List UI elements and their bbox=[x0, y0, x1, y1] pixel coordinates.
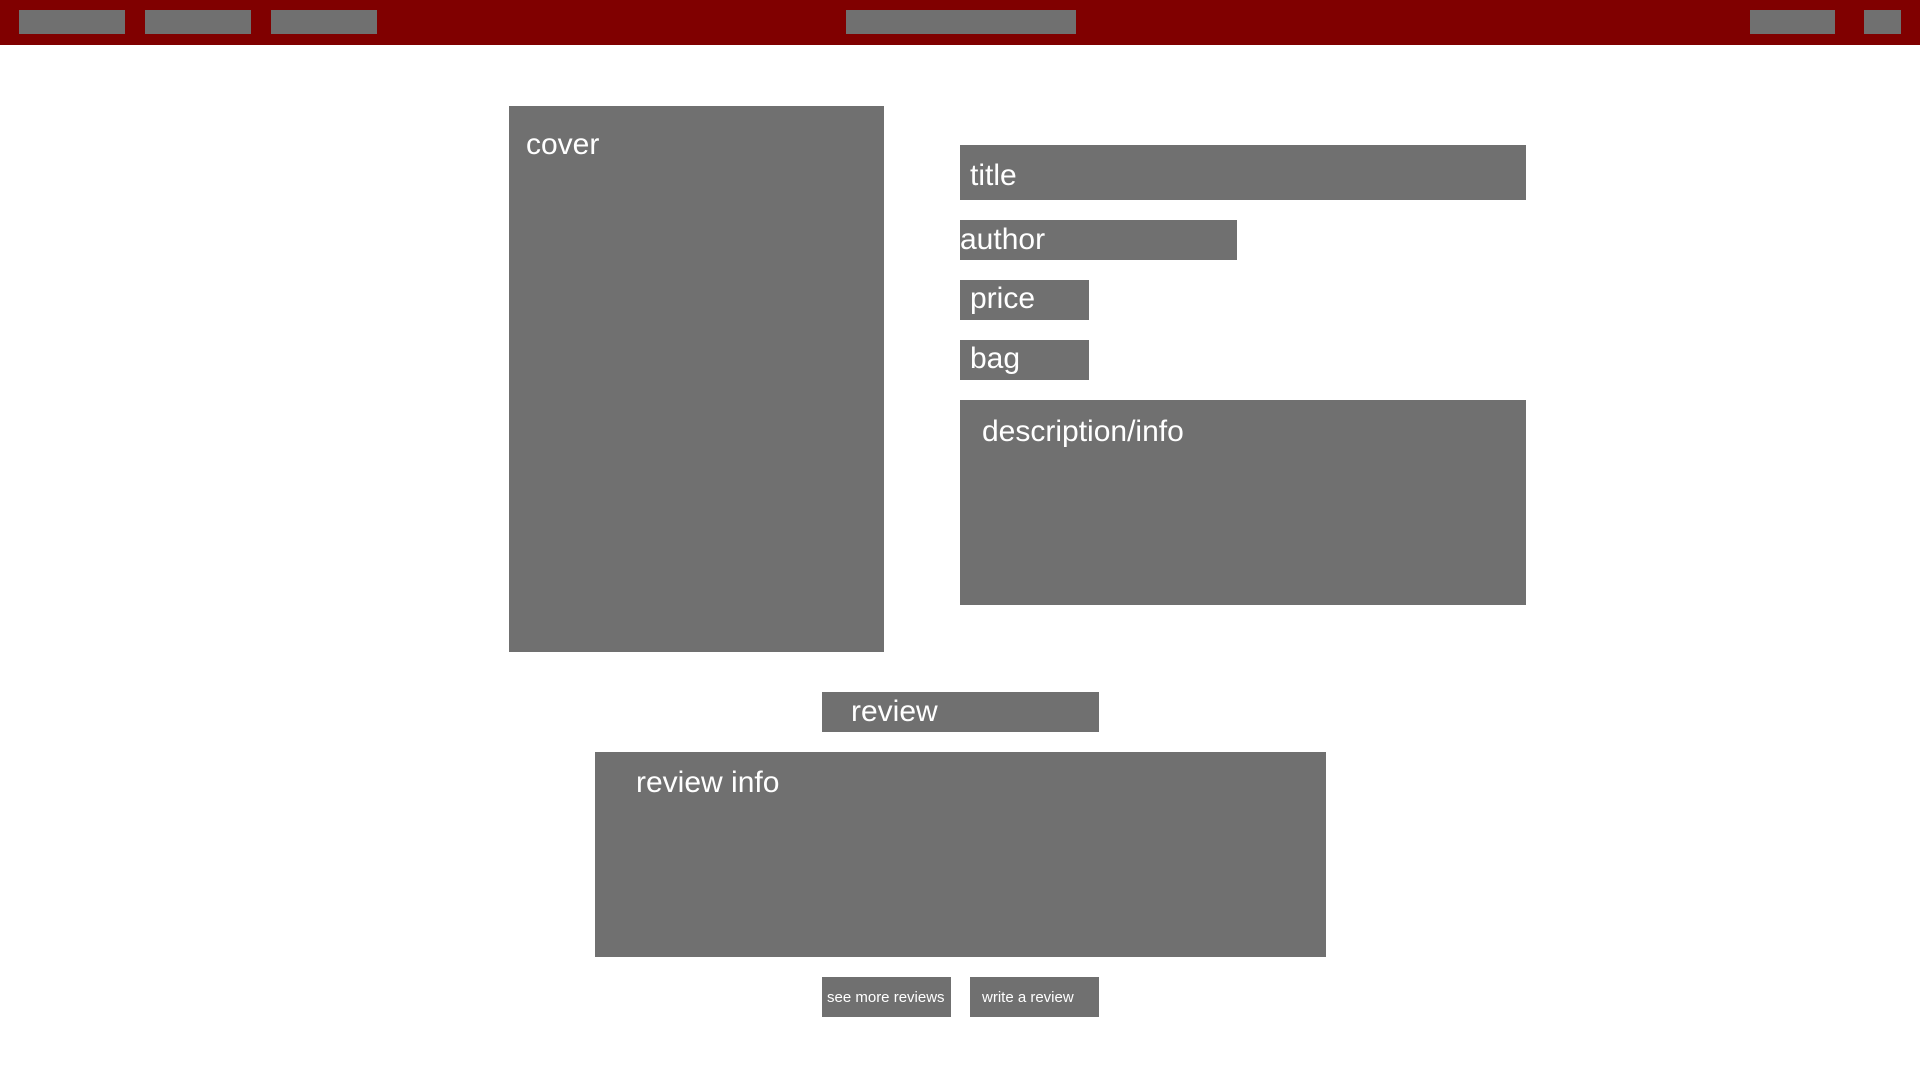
write-review-label: write a review bbox=[982, 989, 1074, 1006]
review-heading: review bbox=[822, 692, 1099, 732]
review-info-panel: review info bbox=[595, 752, 1326, 957]
cover-image: cover bbox=[509, 106, 884, 652]
product-description: description/info bbox=[960, 400, 1526, 605]
see-more-reviews-label: see more reviews bbox=[827, 989, 945, 1006]
nav-link-2[interactable] bbox=[145, 10, 251, 34]
bag-label: bag bbox=[970, 342, 1021, 375]
review-heading-label: review bbox=[851, 695, 938, 728]
see-more-reviews-button[interactable]: see more reviews bbox=[822, 977, 951, 1017]
top-navbar bbox=[0, 0, 1920, 45]
description-label: description/info bbox=[982, 415, 1184, 448]
add-to-bag-button[interactable]: bag bbox=[960, 340, 1089, 380]
product-title: title bbox=[960, 145, 1526, 200]
price-label: price bbox=[970, 282, 1036, 315]
nav-account-link[interactable] bbox=[1750, 10, 1835, 34]
product-price: price bbox=[960, 280, 1089, 320]
author-label: author bbox=[960, 223, 1046, 256]
title-label: title bbox=[970, 159, 1017, 192]
product-author[interactable]: author bbox=[960, 220, 1237, 260]
nav-link-3[interactable] bbox=[271, 10, 377, 34]
nav-link-1[interactable] bbox=[19, 10, 125, 34]
write-review-button[interactable]: write a review bbox=[970, 977, 1099, 1017]
product-page: cover title author price bag description… bbox=[0, 0, 1920, 1080]
cover-label: cover bbox=[526, 128, 600, 161]
review-info-label: review info bbox=[636, 766, 780, 799]
nav-cart-link[interactable] bbox=[1864, 10, 1901, 34]
nav-search-bar[interactable] bbox=[846, 10, 1076, 34]
